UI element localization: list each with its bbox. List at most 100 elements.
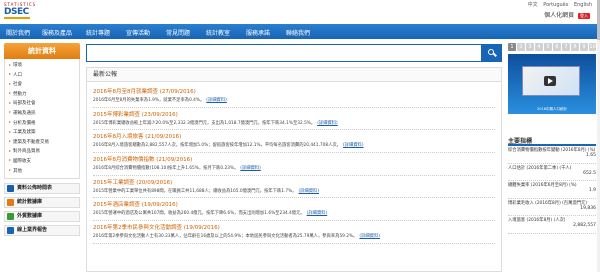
database-icon — [7, 199, 14, 207]
news-more-link[interactable]: (詳細資料) — [343, 143, 364, 148]
sidebar-item-others[interactable]: 其他 — [9, 167, 75, 177]
news-title[interactable]: 2015年博彩業調查 (23/09/2016) — [93, 110, 495, 118]
pager-button[interactable]: 10 — [589, 43, 596, 51]
nav-contact[interactable]: 聯絡我們 — [286, 28, 310, 37]
report-icon — [7, 227, 14, 235]
news-body: 2015年營業中的工業單位共有898間，在職員工共11,688人；總收益為105… — [93, 188, 297, 194]
indicator-value: 19,836 — [580, 205, 596, 211]
statistics-database-link[interactable]: 統計數據庫 — [4, 197, 80, 209]
pager-button[interactable]: 7 — [562, 43, 570, 51]
indicator-item[interactable]: 人口估計 (2016年第二季) (千人) 652.5 — [508, 164, 596, 181]
search-input[interactable] — [86, 44, 482, 62]
news-title[interactable]: 2016年8月消費物價指數 (21/09/2016) — [93, 155, 495, 163]
release-calendar-link[interactable]: 資料公佈時間表 — [4, 183, 80, 195]
indicator-item[interactable]: 綜合消費物價指數按年變動 (2016年8月) (%) 1.65 — [508, 146, 596, 164]
personalized-page[interactable]: 個人化網頁 登入 — [544, 10, 590, 19]
news-more-link[interactable]: (詳細資料) — [359, 234, 380, 239]
indicator-value: 652.5 — [583, 170, 596, 176]
login-badge[interactable]: 登入 — [578, 13, 590, 19]
indicator-value: 1.65 — [585, 153, 596, 158]
calendar-icon — [7, 185, 14, 193]
news-more-link[interactable]: (詳細資料) — [307, 211, 328, 216]
banner-caption: 2016中期人口統計 — [537, 107, 567, 111]
nav-campaigns[interactable]: 宣傳活動 — [126, 28, 150, 37]
pager-button[interactable]: 1 — [508, 43, 516, 51]
news-body: 2016年8月入境旅客總數為2,882,557人次，按年增加5.0%；留宿旅客按… — [93, 143, 341, 149]
video-banner[interactable]: 2016中期人口統計 — [508, 54, 596, 114]
statistics-database-label: 統計數據庫 — [17, 199, 43, 206]
news-title[interactable]: 2015年酒店業調查 (19/09/2016) — [93, 200, 495, 208]
sidebar-item-industry[interactable]: 工業及建築 — [9, 128, 75, 138]
nav-faq[interactable]: 常見問題 — [166, 28, 190, 37]
nav-pledge[interactable]: 服務承諾 — [246, 28, 270, 37]
list-item: 2016年8月消費物價指數 (21/09/2016) 2016年8月綜合消費物價… — [93, 153, 495, 176]
pager-button[interactable]: 8 — [571, 43, 579, 51]
sidebar-item-analysis[interactable]: 分析及價格 — [9, 119, 75, 129]
indicator-item[interactable]: 總體失業率 (2016年6月至8月) (%) 1.9 — [508, 181, 596, 199]
sidebar-item-population[interactable]: 人口 — [9, 71, 75, 81]
list-item: 2015年酒店業調查 (19/09/2016) 2015年營運中的酒店及公寓共1… — [93, 198, 495, 222]
indicator-item[interactable]: 入境旅客 (2016年8月) (人次) 2,882,557 — [508, 216, 596, 234]
news-more-link[interactable]: (詳細資料) — [240, 166, 261, 171]
nav-topics[interactable]: 統計專題 — [86, 28, 110, 37]
lang-link-chinese[interactable]: 中文 — [528, 2, 538, 8]
news-more-link[interactable]: (詳細資料) — [206, 98, 227, 103]
key-indicators-title: 主要指標 — [508, 136, 596, 146]
pager-button[interactable]: 4 — [535, 43, 543, 51]
statistics-sidebar: 統計資料 環境 人口 社會 勞動力 局部及社會 運輸及通訊 分析及價格 工業及建… — [4, 43, 80, 268]
indicator-name: 綜合消費物價指數按年變動 (2016年8月) (%) — [508, 148, 596, 153]
sidebar-item-transport[interactable]: 運輸及通訊 — [9, 109, 75, 119]
sidebar-title: 統計資料 — [4, 43, 80, 59]
right-column: 1 2 3 4 5 6 7 8 9 10 2016中期人口統計 主要指標 綜合消… — [508, 43, 596, 272]
news-title[interactable]: 2016年8月入境旅客 (21/09/2016) — [93, 132, 495, 140]
nav-services[interactable]: 服務及產品 — [42, 28, 72, 37]
banner-pager: 1 2 3 4 5 6 7 8 9 10 — [508, 43, 596, 52]
lang-link-english[interactable]: English — [574, 2, 592, 8]
main-nav: 關於我們 服務及產品 統計專題 宣傳活動 常見問題 統計教室 服務承諾 聯絡我們 — [0, 24, 600, 39]
trade-database-link[interactable]: 外貿數據庫 — [4, 211, 80, 223]
pager-button[interactable]: 5 — [544, 43, 552, 51]
pager-button[interactable]: 3 — [526, 43, 534, 51]
play-icon[interactable] — [544, 76, 556, 86]
sidebar-item-environment[interactable]: 環境 — [9, 61, 75, 71]
list-item: 2016年8月入境旅客 (21/09/2016) 2016年8月入境旅客總數為2… — [93, 130, 495, 154]
news-title[interactable]: 2016年8月至8月就業調查 (27/09/2016) — [93, 87, 495, 95]
sidebar-item-balance-payments[interactable]: 國際收支 — [9, 157, 75, 167]
news-more-link[interactable]: (詳細資料) — [317, 121, 338, 126]
dsec-logo[interactable]: STATISTICS DSEC — [4, 2, 35, 20]
logo-main-text: DSEC — [4, 7, 29, 17]
news-body: 2016年8月綜合消費物價指數(108.10)按年上升1.65%，按月下跌0.2… — [93, 166, 239, 172]
logo-bar — [4, 17, 30, 19]
news-title[interactable]: 2016年第2季市民參與文化活動調查 (19/09/2016) — [93, 223, 495, 231]
sidebar-item-trade[interactable]: 對外商品貿易 — [9, 147, 75, 157]
list-item: 2015年博彩業調查 (23/09/2016) 2015年博彩業總收益較上年減少… — [93, 108, 495, 131]
indicator-name: 博彩業毛收入 (2016年8月) (百萬澳門元) — [508, 200, 587, 206]
list-item: 2016年8月至8月就業調查 (27/09/2016) 2016年6月至8月的失… — [93, 85, 495, 108]
trade-database-label: 外貿數據庫 — [17, 213, 43, 220]
pager-button[interactable]: 9 — [580, 43, 588, 51]
news-body: 2015年博彩業總收益較上年減少20.0%至2,332.3億澳門元，支出為1,0… — [93, 120, 316, 126]
online-report-link[interactable]: 線上業界報告 — [4, 225, 80, 237]
release-calendar-label: 資料公佈時間表 — [17, 185, 53, 192]
pager-button[interactable]: 2 — [517, 43, 525, 51]
pager-button[interactable]: 6 — [553, 43, 561, 51]
sidebar-item-local-society[interactable]: 局部及社會 — [9, 99, 75, 109]
news-more-link[interactable]: (詳細資料) — [298, 189, 319, 194]
lang-link-portuguese[interactable]: Português — [543, 2, 568, 8]
sidebar-item-real-estate[interactable]: 建築及不動產交易 — [9, 138, 75, 148]
nav-about[interactable]: 關於我們 — [6, 28, 30, 37]
list-item: 2016年第2季市民參與文化活動調查 (19/09/2016) 2016年第2季… — [93, 221, 495, 244]
header: STATISTICS DSEC 中文 Português English 個人化… — [0, 0, 600, 24]
nav-classroom[interactable]: 統計教室 — [206, 28, 230, 37]
latest-releases-panel: 最新公報 2016年8月至8月就業調查 (27/09/2016) 2016年6月… — [86, 67, 502, 272]
sidebar-item-labour[interactable]: 勞動力 — [9, 90, 75, 100]
news-body: 2015年營運中的酒店及公寓共107間，收益為260.4億元，按年下降6.6%，… — [93, 211, 305, 217]
sidebar-item-society[interactable]: 社會 — [9, 80, 75, 90]
news-title[interactable]: 2015年工業調查 (20/09/2016) — [93, 178, 495, 186]
sidebar-list: 環境 人口 社會 勞動力 局部及社會 運輸及通訊 分析及價格 工業及建築 建築及… — [4, 59, 80, 180]
indicator-item[interactable]: 博彩業毛收入 (2016年8月) (百萬澳門元) 19,836 — [508, 199, 596, 216]
sidebar-quick-links: 資料公佈時間表 統計數據庫 外貿數據庫 線上業界報告 — [4, 183, 80, 237]
news-list: 2016年8月至8月就業調查 (27/09/2016) 2016年6月至8月的失… — [87, 82, 501, 247]
search-button[interactable] — [482, 44, 502, 62]
latest-releases-heading: 最新公報 — [87, 68, 501, 82]
